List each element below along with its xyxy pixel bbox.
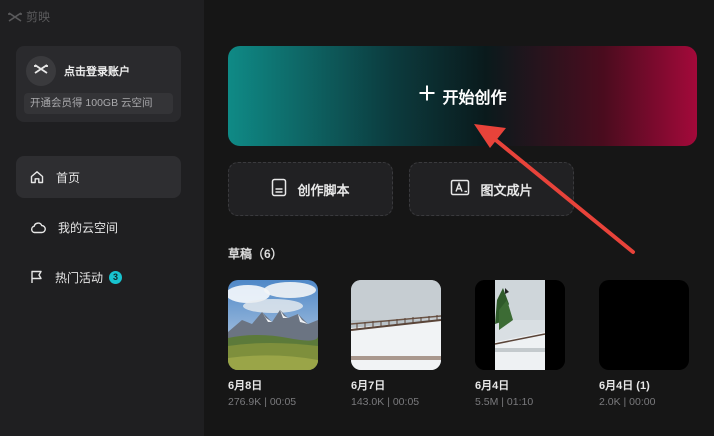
script-creation-button[interactable]: 创作脚本 <box>228 162 393 216</box>
image-text-video-label: 图文成片 <box>480 182 533 198</box>
draft-item[interactable]: 6月8日 276.9K | 00:05 <box>228 280 318 408</box>
capcut-logo-icon <box>8 11 22 23</box>
login-link[interactable]: 点击登录账户 <box>64 63 130 79</box>
draft-thumbnail-snowy-tree[interactable] <box>475 280 565 370</box>
sidebar-item-label: 首页 <box>56 170 81 185</box>
draft-thumbnail-mountain[interactable] <box>228 280 318 370</box>
draft-meta: 5.5M | 01:10 <box>475 396 534 408</box>
account-card[interactable]: 点击登录账户 开通会员得 100GB 云空间 <box>16 46 181 122</box>
document-icon <box>271 178 287 200</box>
draft-thumbnail-snowy-fence[interactable] <box>351 280 441 370</box>
app-title-text: 剪映 <box>26 10 51 24</box>
draft-meta: 143.0K | 00:05 <box>351 396 420 408</box>
sidebar-item-home[interactable]: 首页 <box>16 156 181 198</box>
draft-date: 6月8日 <box>228 380 263 392</box>
sidebar-item-label: 我的云空间 <box>58 220 119 235</box>
app-title: 剪映 <box>8 8 50 25</box>
sidebar-item-label: 热门活动 <box>55 270 104 285</box>
sidebar-item-events[interactable]: 热门活动 3 <box>16 256 181 298</box>
flag-icon <box>30 270 43 284</box>
image-text-video-button[interactable]: 图文成片 <box>409 162 574 216</box>
vip-promo-button[interactable]: 开通会员得 100GB 云空间 <box>24 93 173 114</box>
main-content: 开始创作 创作脚本 图文成片 草稿（6） 6月8日 276.9K | 00:05… <box>204 0 714 436</box>
sidebar: 剪映 点击登录账户 开通会员得 100GB 云空间 首页 我的云空间 热门活动 … <box>0 0 204 436</box>
draft-date: 6月4日 (1) <box>599 380 650 392</box>
cloud-icon <box>30 221 46 234</box>
draft-date: 6月4日 <box>475 380 510 392</box>
drafts-title: 草稿（6） <box>228 247 283 261</box>
home-icon <box>30 170 44 184</box>
start-creating-button[interactable]: 开始创作 <box>228 46 697 146</box>
draft-thumbnail-black[interactable] <box>599 280 689 370</box>
draft-meta: 276.9K | 00:05 <box>228 396 297 408</box>
script-creation-label: 创作脚本 <box>297 182 350 198</box>
notification-badge: 3 <box>109 270 123 284</box>
capcut-logo-icon <box>33 62 49 81</box>
draft-meta: 2.0K | 00:00 <box>599 396 656 408</box>
text-to-video-icon <box>450 179 470 199</box>
plus-icon <box>418 84 436 106</box>
draft-item[interactable]: 6月4日 5.5M | 01:10 <box>475 280 565 408</box>
draft-item[interactable]: 6月7日 143.0K | 00:05 <box>351 280 441 408</box>
draft-date: 6月7日 <box>351 380 386 392</box>
sidebar-item-cloud[interactable]: 我的云空间 <box>16 206 181 248</box>
draft-item[interactable]: 6月4日 (1) 2.0K | 00:00 <box>599 280 689 408</box>
start-creating-label: 开始创作 <box>442 90 507 107</box>
avatar[interactable] <box>26 56 56 86</box>
